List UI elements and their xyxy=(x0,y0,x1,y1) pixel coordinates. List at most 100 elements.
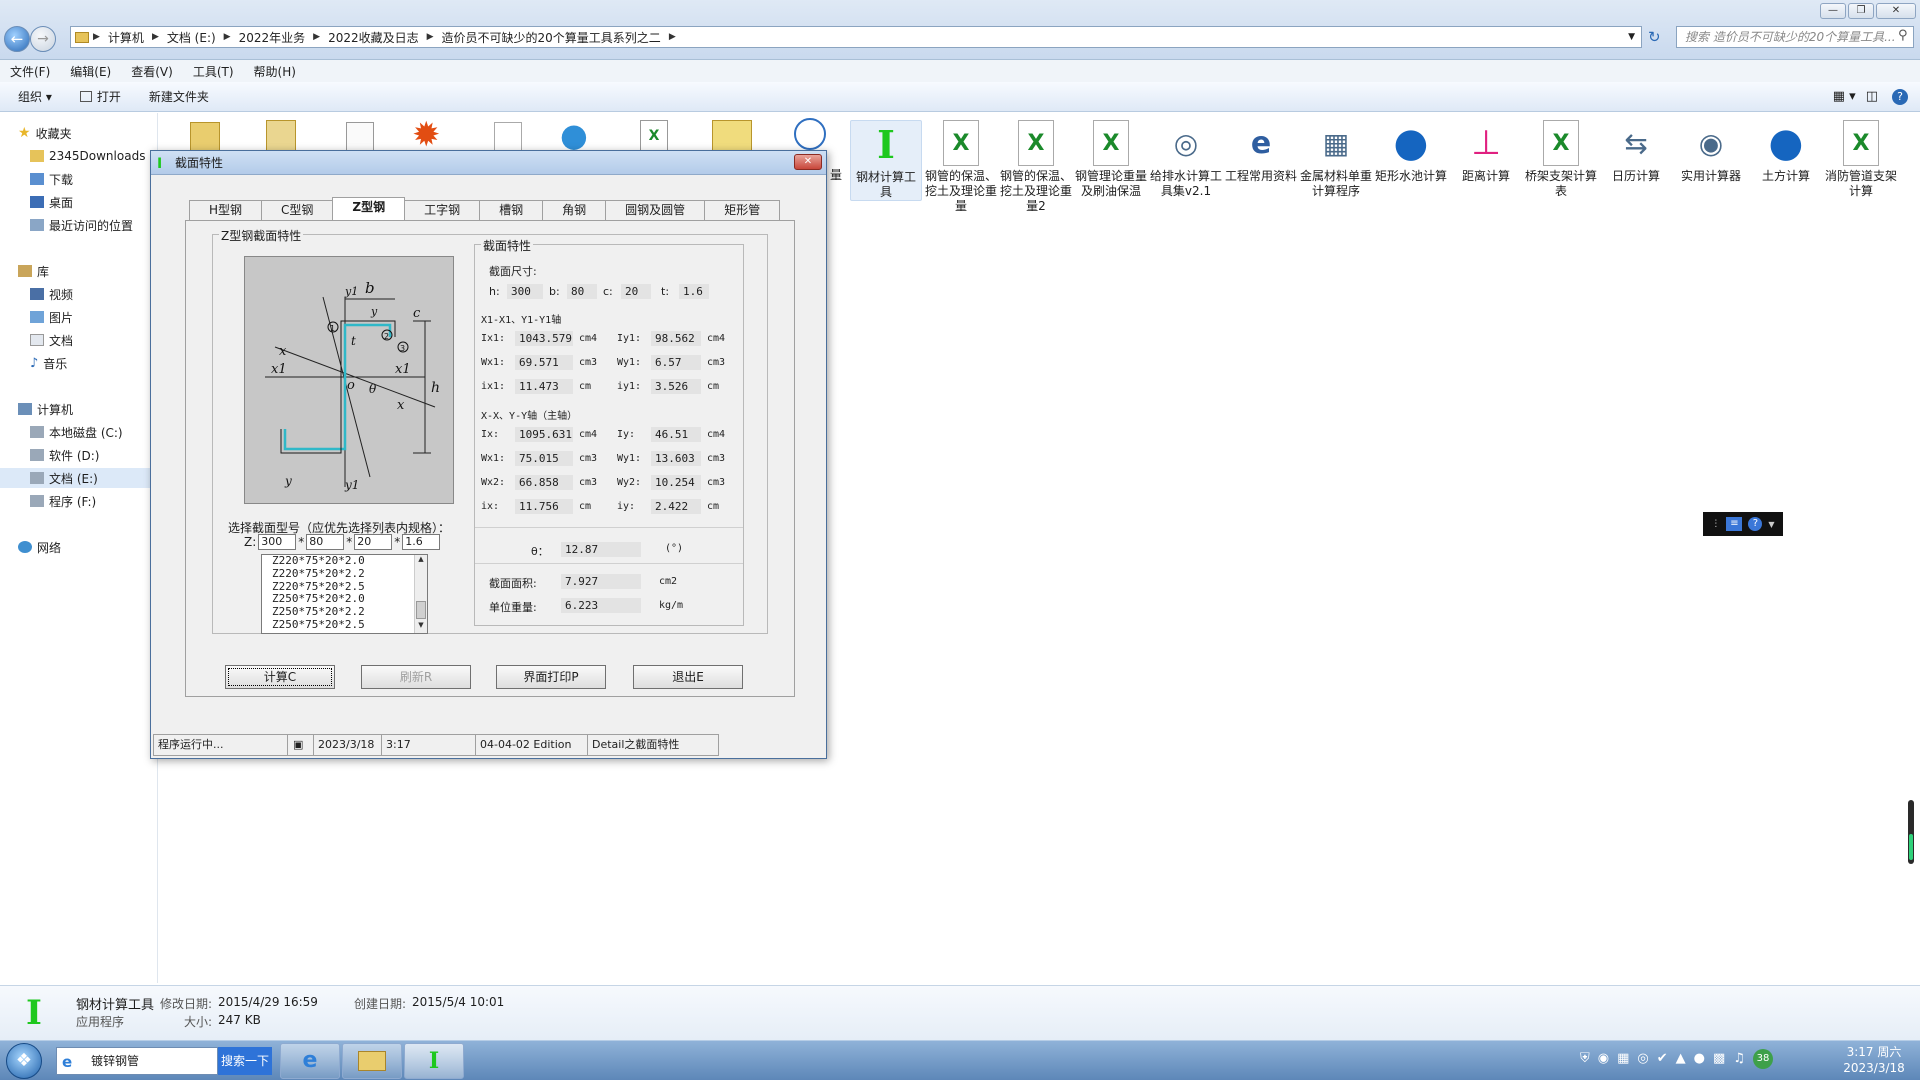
listbox-scrollbar[interactable]: ▲ ▼ xyxy=(414,555,427,633)
chevron-down-icon[interactable]: ▼ xyxy=(1768,520,1774,529)
breadcrumb-2022-collection[interactable]: 2022收藏及日志 xyxy=(320,29,427,46)
nav-drive-f[interactable]: 程序 (F:) xyxy=(30,491,96,511)
nav-network[interactable]: 网络 xyxy=(18,537,61,557)
ime-mode-icon[interactable]: ≡ xyxy=(1726,517,1743,531)
taskbar-ie-button[interactable]: e xyxy=(280,1043,340,1079)
nav-desktop[interactable]: 桌面 xyxy=(30,192,73,212)
file-icon-folder-open[interactable] xyxy=(266,120,296,152)
file-item[interactable]: ▦ 金属材料单重计算程序 xyxy=(1300,120,1372,199)
refresh-button[interactable]: 刷新R xyxy=(361,665,471,689)
start-button[interactable]: ❖ xyxy=(6,1043,42,1079)
tab-h-steel[interactable]: H型钢 xyxy=(189,200,263,220)
dialog-titlebar[interactable]: I 截面特性 ✕ xyxy=(151,151,826,175)
nav-favorites[interactable]: ★ 收藏夹 xyxy=(18,123,72,143)
nav-2345downloads[interactable]: 2345Downloads xyxy=(30,146,145,166)
nav-drive-d[interactable]: 软件 (D:) xyxy=(30,445,99,465)
scroll-up-icon[interactable]: ▲ xyxy=(415,555,427,567)
maximize-button[interactable]: ❐ xyxy=(1848,3,1874,19)
address-bar[interactable]: ▶ 计算机 ▶ 文档 (E:) ▶ 2022年业务 ▶ 2022收藏及日志 ▶ … xyxy=(70,26,1642,48)
window-icon[interactable]: ▦ xyxy=(1617,1051,1629,1069)
file-icon-folder[interactable] xyxy=(190,122,220,152)
minimize-button[interactable]: — xyxy=(1820,3,1846,19)
file-icon-excel[interactable]: X xyxy=(640,120,668,152)
taskbar-search-button[interactable]: 搜索一下 xyxy=(218,1047,272,1075)
scroll-thumb[interactable] xyxy=(416,601,426,619)
file-item[interactable]: X 钢管的保温、挖土及理论重量2 xyxy=(1000,120,1072,214)
floating-ime-toolbar[interactable]: ⋮ ≡ ? ▼ xyxy=(1703,512,1783,536)
file-item[interactable]: ◉ 实用计算器 xyxy=(1675,120,1747,184)
menu-tools[interactable]: 工具(T) xyxy=(183,63,244,80)
breadcrumb-current-folder[interactable]: 造价员不可缺少的20个算量工具系列之二 xyxy=(434,29,669,46)
h-input[interactable]: 300 xyxy=(258,534,297,550)
file-icon-folder-stack[interactable] xyxy=(712,120,752,152)
section-spec-listbox[interactable]: Z220*75*20*2.0 Z220*75*20*2.2 Z220*75*20… xyxy=(261,554,428,634)
tab-round-pipe[interactable]: 圆钢及圆管 xyxy=(605,200,706,220)
file-item[interactable]: ● 土方计算 xyxy=(1750,120,1822,184)
list-item[interactable]: Z220*75*20*2.2 xyxy=(262,567,427,581)
nav-videos[interactable]: 视频 xyxy=(30,284,73,304)
file-item[interactable]: X 桥架支架计算表 xyxy=(1525,120,1597,199)
dialog-close-button[interactable]: ✕ xyxy=(794,154,822,170)
file-item[interactable]: X 消防管道支架计算 xyxy=(1825,120,1897,199)
c-input[interactable]: 20 xyxy=(354,534,393,550)
preview-pane-icon[interactable]: ◫ xyxy=(1866,89,1878,104)
b-input[interactable]: 80 xyxy=(306,534,345,550)
security-icon[interactable]: ◉ xyxy=(1598,1051,1609,1069)
update-icon[interactable]: ● xyxy=(1694,1051,1705,1069)
file-item[interactable]: X 钢管理论重量及刷油保温 xyxy=(1075,120,1147,199)
nav-downloads[interactable]: 下载 xyxy=(30,169,73,189)
calculate-button[interactable]: 计算C xyxy=(225,665,335,689)
help-icon[interactable]: ? xyxy=(1892,88,1908,105)
new-folder-button[interactable]: 新建文件夹 xyxy=(135,88,223,105)
forward-button[interactable]: → xyxy=(30,26,56,52)
breadcrumb-2022-business[interactable]: 2022年业务 xyxy=(231,29,314,46)
file-item[interactable]: ⇆ 日历计算 xyxy=(1600,120,1672,184)
exit-button[interactable]: 退出E xyxy=(633,665,743,689)
back-button[interactable]: ← xyxy=(4,26,30,52)
tab-z-steel[interactable]: Z型钢 xyxy=(332,197,406,220)
search-input[interactable]: 搜索 造价员不可缺少的20个算量工具... xyxy=(1676,26,1914,48)
t-input[interactable]: 1.6 xyxy=(402,534,441,550)
shield-icon[interactable]: ⛨ xyxy=(1580,1051,1590,1069)
menu-edit[interactable]: 编辑(E) xyxy=(60,63,121,80)
file-item[interactable]: 量 xyxy=(826,168,846,183)
nav-library[interactable]: 库 xyxy=(18,261,49,281)
help-icon[interactable]: ? xyxy=(1748,517,1763,531)
refresh-icon[interactable]: ↻ xyxy=(1648,28,1661,46)
nav-recent-places[interactable]: 最近访问的位置 xyxy=(30,215,133,235)
taskbar-explorer-button[interactable] xyxy=(342,1043,402,1079)
menu-file[interactable]: 文件(F) xyxy=(0,63,60,80)
signal-icon[interactable]: ▩ xyxy=(1713,1051,1725,1069)
volume-icon[interactable]: ♫ xyxy=(1733,1051,1745,1069)
taskbar-clock[interactable]: 3:17 周六 2023/3/18 xyxy=(1834,1044,1914,1076)
print-screen-button[interactable]: 界面打印P xyxy=(496,665,606,689)
breadcrumb-drive-e[interactable]: 文档 (E:) xyxy=(159,29,224,46)
list-item[interactable]: Z220*75*20*2.0 xyxy=(262,554,427,568)
scroll-down-icon[interactable]: ▼ xyxy=(415,621,427,633)
menu-help[interactable]: 帮助(H) xyxy=(244,63,306,80)
tab-i-beam[interactable]: 工字钢 xyxy=(404,200,481,220)
file-item[interactable]: e 工程常用资料 xyxy=(1225,120,1297,184)
taskbar-steel-tool-button[interactable]: I xyxy=(404,1043,464,1079)
nav-pictures[interactable]: 图片 xyxy=(30,307,73,327)
taskbar-search-input[interactable]: 镀锌钢管 xyxy=(56,1047,218,1075)
open-button[interactable]: 打开 xyxy=(66,88,135,105)
tab-channel[interactable]: 槽钢 xyxy=(479,200,544,220)
breadcrumb-computer[interactable]: 计算机 xyxy=(100,29,152,46)
nav-drive-c[interactable]: 本地磁盘 (C:) xyxy=(30,422,123,442)
file-item[interactable]: ⊥ 距离计算 xyxy=(1450,120,1522,184)
globe-icon[interactable]: ◎ xyxy=(1637,1051,1648,1069)
tray-badge[interactable]: 38 xyxy=(1752,1049,1773,1069)
nav-drive-e[interactable]: 文档 (E:) xyxy=(0,468,157,488)
view-options-icon[interactable]: ▦ ▾ xyxy=(1833,89,1856,104)
menu-view[interactable]: 查看(V) xyxy=(121,63,183,80)
close-window-button[interactable]: ✕ xyxy=(1876,3,1916,19)
file-item[interactable]: ● 矩形水池计算 xyxy=(1375,120,1447,184)
list-item[interactable]: Z250*75*20*2.5 xyxy=(262,618,427,632)
file-icon-bird[interactable]: ● xyxy=(560,118,588,152)
shield-check-icon[interactable]: ✔ xyxy=(1657,1051,1668,1069)
file-icon-starburst[interactable]: ✹ xyxy=(412,118,441,152)
tab-rect-tube[interactable]: 矩形管 xyxy=(704,200,781,220)
file-item[interactable]: I 钢材计算工具 xyxy=(850,120,922,201)
file-item[interactable]: ◎ 给排水计算工具集v2.1 xyxy=(1150,120,1222,199)
